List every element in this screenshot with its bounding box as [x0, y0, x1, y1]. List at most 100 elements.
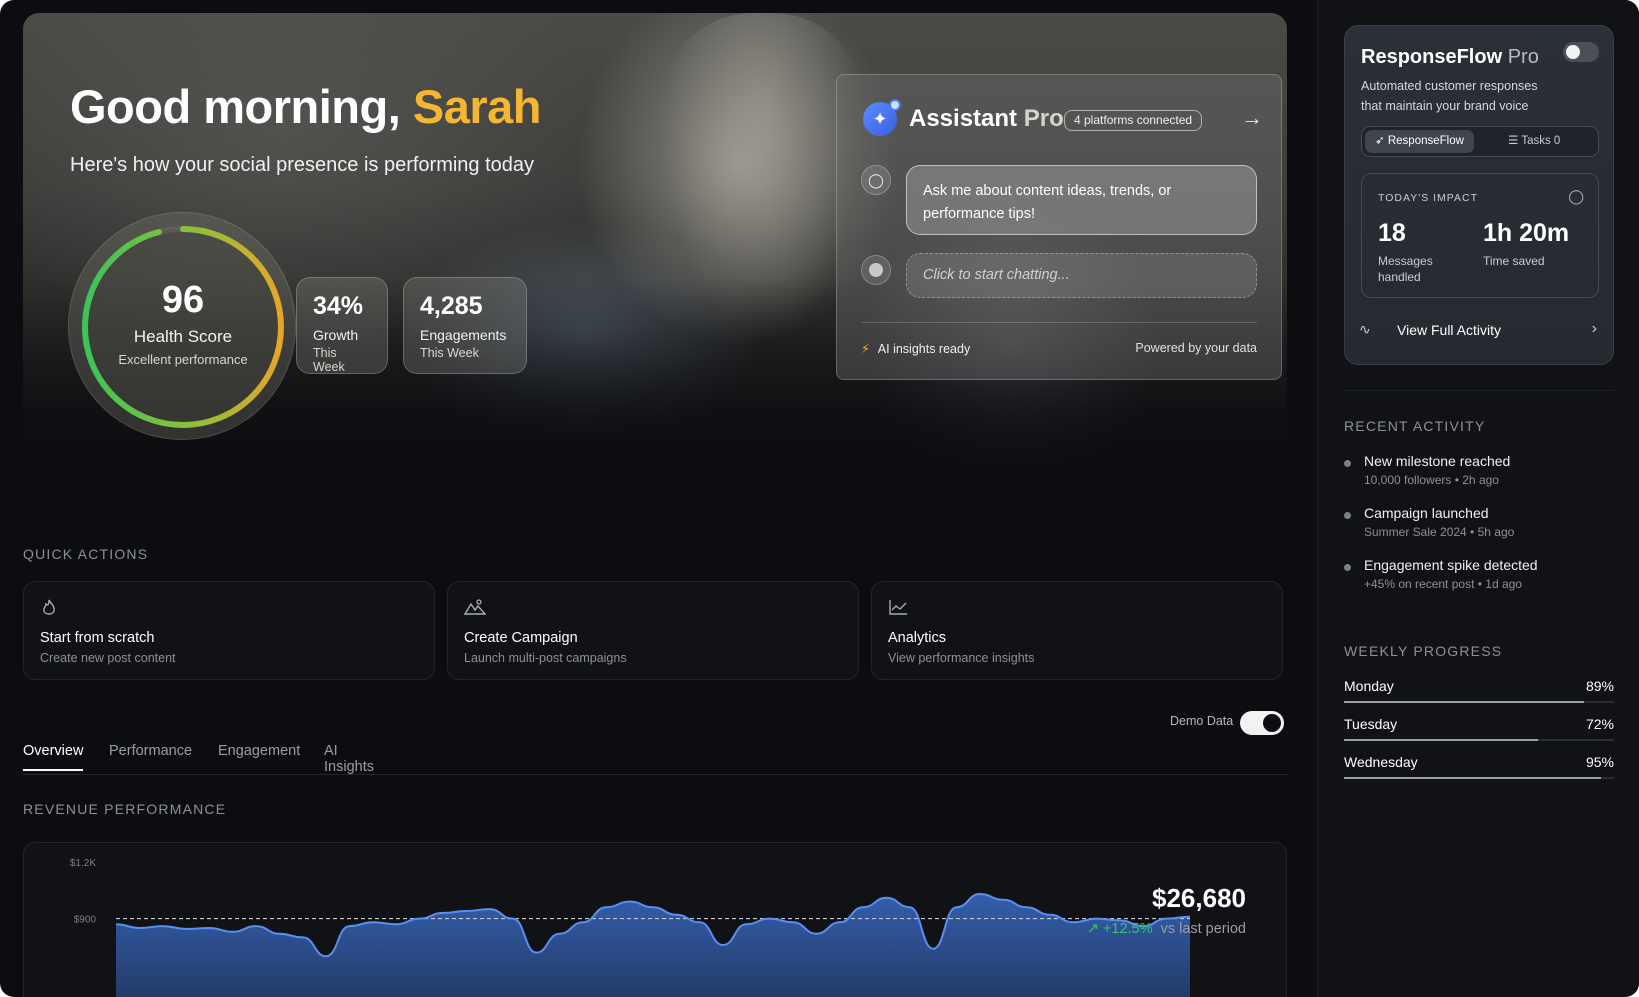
growth-stat-card[interactable]: 34% Growth This Week: [296, 277, 388, 374]
tab-ai-insights[interactable]: AI Insights: [324, 743, 374, 785]
tab-engagement[interactable]: Engagement: [218, 743, 300, 769]
bullet-dot-icon: [1344, 512, 1351, 519]
todays-impact-panel: TODAY'S IMPACT ◯ 18 Messages handled 1h …: [1361, 173, 1599, 298]
chat-bubble-icon: ◯: [1568, 188, 1584, 204]
responseflow-description: Automated customer responses that mainta…: [1361, 79, 1538, 113]
revenue-change-value: +12.5%: [1102, 921, 1153, 937]
online-indicator-icon: [889, 99, 901, 111]
tab-overview[interactable]: Overview: [23, 743, 84, 771]
app-window: Good morning, Sarah Here's how your soci…: [0, 0, 1639, 997]
quick-action-start-from-scratch[interactable]: Start from scratch Create new post conte…: [23, 581, 435, 680]
bullet-dot-icon: [1344, 564, 1351, 571]
activity-meta: Summer Sale 2024 • 5h ago: [1364, 525, 1515, 539]
tab-performance[interactable]: Performance: [109, 743, 192, 769]
time-saved-value: 1h 20m: [1483, 219, 1570, 247]
recent-activity-heading: RECENT ACTIVITY: [1344, 418, 1486, 434]
sidebar-divider: [1344, 390, 1614, 391]
impact-label: TODAY'S IMPACT: [1378, 192, 1479, 204]
messages-handled-label: Messages handled: [1378, 254, 1433, 284]
engagements-stat-card[interactable]: 4,285 Engagements This Week: [403, 277, 527, 374]
ai-status: ⚡ AI insights ready: [861, 341, 970, 356]
divider: [861, 322, 1257, 323]
lightning-icon: ⚡: [861, 342, 870, 356]
engagements-period: This Week: [420, 346, 479, 360]
messages-handled-value: 18: [1378, 219, 1406, 247]
y-tick-label: $1.2K: [70, 858, 96, 869]
responseflow-title: ResponseFlow Pro: [1361, 46, 1539, 69]
greeting-subtitle: Here's how your social presence is perfo…: [70, 154, 535, 176]
quick-actions-heading: QUICK ACTIONS: [23, 546, 149, 562]
revenue-chart-card: $1.2K $900 $26,680 ↗ +12.5% vs last period: [23, 842, 1287, 997]
activity-title: Campaign launched: [1364, 505, 1489, 521]
progress-day: Wednesday: [1344, 754, 1418, 770]
revenue-change: ↗ +12.5% vs last period: [1087, 921, 1246, 937]
progress-percent: 89%: [1585, 678, 1614, 694]
chart-line-icon: [888, 598, 1266, 622]
weekly-progress-heading: WEEKLY PROGRESS: [1344, 643, 1503, 659]
hero-banner: Good morning, Sarah Here's how your soci…: [23, 13, 1287, 508]
quick-action-subtitle: Create new post content: [40, 651, 176, 665]
tab-tasks[interactable]: ☰ Tasks 0: [1498, 130, 1570, 153]
activity-meta: 10,000 followers • 2h ago: [1364, 473, 1499, 487]
responseflow-tabs: ➶ ResponseFlow ☰ Tasks 0: [1361, 126, 1599, 157]
progress-row-tuesday: Tuesday 72%: [1344, 716, 1614, 746]
rocket-icon: ➶: [1375, 135, 1385, 147]
user-avatar-icon: [861, 255, 891, 285]
toggle-knob: [1566, 45, 1580, 59]
assistant-panel: ✦ Assistant Pro 4 platforms connected → …: [836, 74, 1282, 380]
mountain-icon: [463, 598, 842, 622]
progress-fill: [1344, 777, 1601, 779]
chevron-right-icon[interactable]: ›: [1592, 320, 1597, 338]
revenue-area-fill: [116, 894, 1190, 997]
user-name: Sarah: [412, 80, 542, 133]
progress-row-wednesday: Wednesday 95%: [1344, 754, 1614, 784]
quick-action-subtitle: View performance insights: [888, 651, 1035, 665]
quick-action-title: Start from scratch: [40, 630, 155, 646]
progress-fill: [1344, 701, 1585, 703]
health-score-subtext: Excellent performance: [118, 352, 248, 367]
health-score-ring[interactable]: 96 Health Score Excellent performance: [68, 212, 296, 440]
tab-responseflow[interactable]: ➶ ResponseFlow: [1365, 130, 1474, 153]
powered-by-text: Powered by your data: [1135, 341, 1257, 355]
responseflow-title-text: ResponseFlow: [1361, 46, 1503, 68]
trend-up-icon: ↗: [1086, 921, 1099, 937]
health-score-value: 96: [161, 279, 205, 321]
progress-fill: [1344, 739, 1539, 741]
progress-track: [1344, 777, 1614, 779]
tabs-divider: [23, 774, 1287, 775]
activity-title: Engagement spike detected: [1364, 557, 1538, 573]
growth-value: 34%: [313, 292, 364, 320]
tab-responseflow-label: ResponseFlow: [1387, 135, 1464, 147]
greeting-heading: Good morning, Sarah: [70, 79, 541, 134]
activity-meta: +45% on recent post • 1d ago: [1364, 577, 1522, 591]
quick-action-title: Analytics: [888, 630, 947, 646]
quick-action-title: Create Campaign: [464, 630, 578, 646]
responseflow-toggle[interactable]: [1563, 42, 1599, 62]
progress-row-monday: Monday 89%: [1344, 678, 1614, 708]
progress-day: Tuesday: [1344, 716, 1398, 732]
platforms-badge: 4 platforms connected: [1064, 110, 1203, 131]
y-tick-label: $900: [74, 915, 97, 926]
revenue-total: $26,680: [1152, 883, 1246, 913]
assistant-title-text: Assistant: [909, 105, 1018, 132]
flame-icon: [40, 598, 418, 622]
responseflow-card: ResponseFlow Pro Automated customer resp…: [1344, 25, 1614, 365]
right-sidebar: ResponseFlow Pro Automated customer resp…: [1317, 0, 1639, 997]
quick-action-create-campaign[interactable]: Create Campaign Launch multi-post campai…: [447, 581, 859, 680]
quick-action-analytics[interactable]: Analytics View performance insights: [871, 581, 1283, 680]
greeting-prefix: Good morning,: [70, 80, 401, 133]
assistant-title: Assistant Pro: [909, 105, 1064, 133]
progress-track: [1344, 701, 1614, 703]
revenue-performance-heading: REVENUE PERFORMANCE: [23, 801, 227, 817]
chat-input[interactable]: Click to start chatting...: [906, 253, 1257, 298]
assistant-message: Ask me about content ideas, trends, or p…: [906, 165, 1257, 235]
view-full-activity-link[interactable]: View Full Activity: [1397, 322, 1501, 338]
growth-label: Growth: [313, 327, 359, 343]
activity-title: New milestone reached: [1364, 453, 1511, 469]
arrow-right-icon[interactable]: →: [1241, 105, 1263, 131]
time-saved-label: Time saved: [1483, 254, 1545, 268]
bullet-dot-icon: [1344, 460, 1351, 467]
demo-data-toggle[interactable]: [1240, 711, 1284, 735]
assistant-title-suffix: Pro: [1023, 105, 1064, 132]
responseflow-title-suffix: Pro: [1507, 46, 1539, 68]
